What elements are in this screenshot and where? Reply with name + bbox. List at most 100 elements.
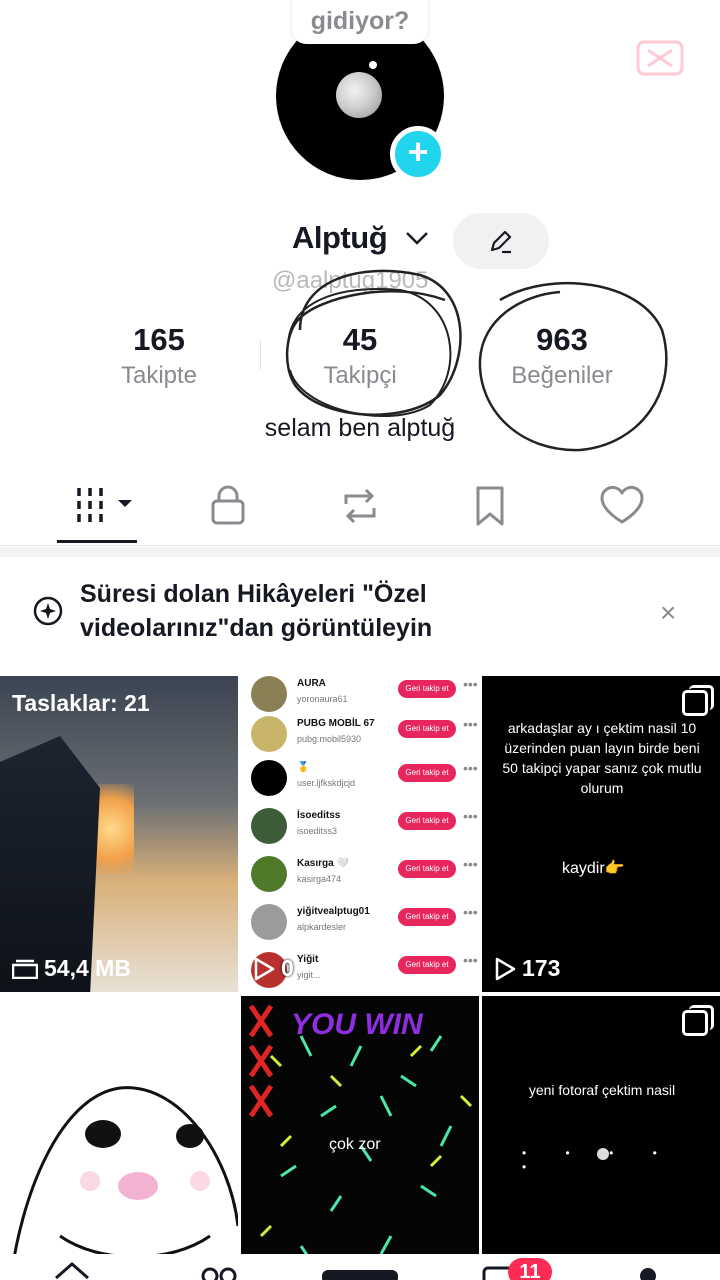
story-bubble[interactable]: gidiyor? [292,0,428,44]
profile-tabs [0,470,720,546]
following-label: Takipte [120,362,198,389]
list-item: İsoeditss isoeditss3 Geri takip et ••• [251,804,478,852]
follow-back-button: Geri takip et [398,956,456,974]
more-icon: ••• [463,676,478,692]
list-item: yiğitvealptug01 alpkardesler Geri takip … [251,900,478,948]
active-tab-indicator [57,540,137,543]
more-icon: ••• [463,856,478,872]
view-count: 173 [494,955,560,982]
profile-name[interactable]: Alptuğ [292,220,388,256]
video-tile-followers[interactable]: AURA yoronaura61 Geri takip et ••• PUBG … [241,676,479,992]
view-count: 0 [253,955,294,982]
more-icon: ••• [463,716,478,732]
list-item-sub: yoronaura61 [297,694,348,704]
nav-icons [55,1262,656,1280]
drafts-icon [12,959,38,979]
list-item-sub: isoeditss3 [297,826,338,836]
avatar [251,676,287,712]
bookmark-icon [476,486,504,526]
likes-label: Beğeniler [511,362,613,389]
profile-icon [640,1268,656,1280]
following-stat[interactable]: 165 Takipte [59,322,259,390]
more-icon: ••• [463,952,478,968]
follow-back-button: Geri takip et [398,720,456,738]
list-item-name: İsoeditss [297,810,341,821]
list-item: Kasırga 🤍 kasirga474 Geri takip et ••• [251,852,478,900]
close-icon[interactable]: × [660,597,676,629]
avatar [251,856,287,892]
section-gap [0,547,720,557]
follow-back-button: Geri takip et [398,680,456,698]
list-item-name: PUBG MOBİL 67 [297,718,375,729]
tab-videos[interactable] [57,470,147,542]
followers-stat[interactable]: 45 Takipçi [260,322,460,390]
repost-icon [344,488,376,524]
likes-stat[interactable]: 963 Beğeniler [462,322,662,390]
moon-image [336,72,382,118]
following-count: 165 [133,322,185,357]
list-item-name: AURA [297,678,326,689]
add-story-button[interactable]: + [390,126,446,182]
chevron-down-icon[interactable] [404,228,430,248]
follow-back-button: Geri takip et [398,764,456,782]
story-dot [369,61,377,69]
tab-liked[interactable] [586,470,676,542]
follow-back-button: Geri takip et [398,812,456,830]
tab-private[interactable] [192,470,282,542]
tab-saved[interactable] [454,470,544,542]
list-item-name: 🥇 [297,762,310,773]
stories-banner[interactable]: Süresi dolan Hikâyeleri "Özel videoların… [0,557,720,673]
list-item-name: yiğitvealptug01 [297,906,370,917]
multi-photo-icon [682,1005,714,1036]
castle-silhouette [0,736,100,992]
likes-count: 963 [536,322,588,357]
pencil-icon [490,230,512,254]
list-item-name: Yiğit [297,954,319,965]
moon-image [597,1148,609,1160]
photo-tile[interactable]: yeni fotoraf çektim nasil • • • • • [482,996,720,1280]
lock-icon [211,485,245,525]
heart-icon [600,486,644,524]
video-text: arkadaşlar ay ı çektim nasil 10 üzerinde… [502,720,702,796]
avatar [251,716,287,752]
game-caption: çok zor [329,1136,381,1153]
game-title: YOU WIN [291,1008,423,1041]
meme-drawing [9,1086,238,1280]
more-icon: ••• [463,904,478,920]
list-item-sub: yigit... [297,970,321,980]
capcut-icon[interactable] [636,40,684,76]
drafts-title: Taslaklar: 21 [12,690,150,716]
video-tile-text[interactable]: arkadaşlar ay ı çektim nasil 10 üzerinde… [482,676,720,992]
home-icon [55,1262,89,1280]
list-item-sub: kasirga474 [297,874,342,884]
multi-photo-icon [682,685,714,716]
list-item-sub: alpkardesler [297,922,347,932]
meme-tile[interactable] [0,996,238,1280]
swipe-text: kaydir👉 [562,860,625,877]
edit-profile-button[interactable] [453,213,549,269]
inbox-badge: 11 [508,1258,552,1280]
tab-reposts[interactable] [324,470,414,542]
photo-text: yeni fotoraf çektim nasil [528,1082,676,1098]
bottom-nav [0,1254,720,1280]
more-icon: ••• [463,808,478,824]
follow-back-button: Geri takip et [398,908,456,926]
game-tile[interactable]: YOU WIN çok zor [241,996,479,1280]
view-count-label: 173 [522,955,561,981]
drafts-tile[interactable]: Taslaklar: 21 54,4 MB [0,676,238,992]
avatar [251,760,287,796]
followers-label: Takipçi [323,362,397,389]
list-item: PUBG MOBİL 67 pubg.mobil5930 Geri takip … [251,712,478,760]
avatar [251,904,287,940]
view-count-label: 0 [281,955,294,981]
play-icon [254,957,275,980]
create-icon [322,1270,398,1280]
follow-back-button: Geri takip et [398,860,456,878]
list-item-sub: user.ljfkskdjcjd [297,778,356,788]
list-item: 🥇 user.ljfkskdjcjd Geri takip et ••• [251,756,478,804]
profile-bio: selam ben alptuğ [264,414,456,442]
followers-count: 45 [342,322,378,357]
grid-icon [77,488,132,522]
banner-text: Süresi dolan Hikâyeleri "Özel videoların… [80,580,433,642]
list-item-name: Kasırga 🤍 [297,858,349,869]
